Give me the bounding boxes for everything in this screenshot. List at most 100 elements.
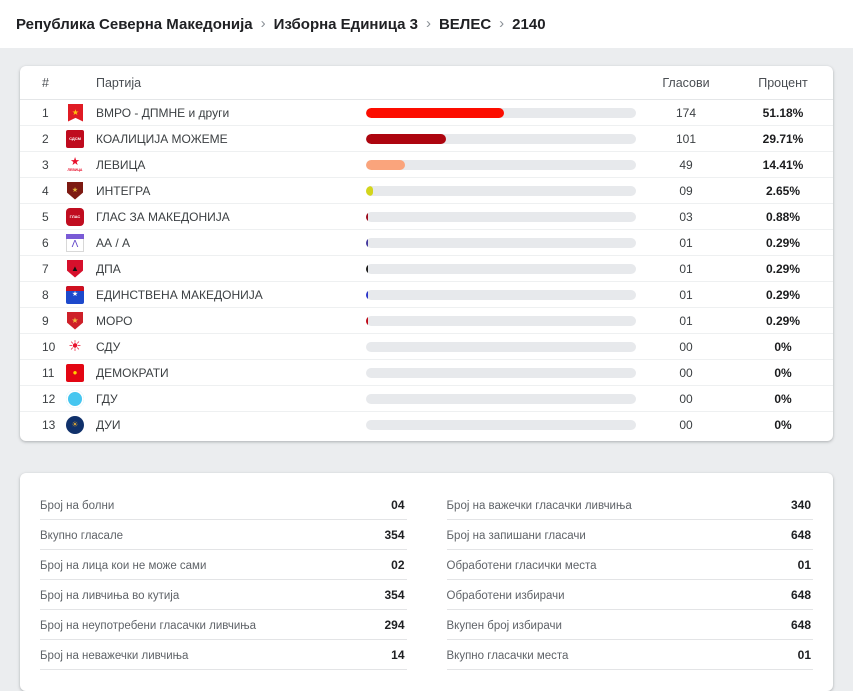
breadcrumb-item[interactable]: Република Северна Македонија [16,16,253,33]
vote-bar-track [366,133,636,144]
row-rank: 13 [42,417,56,432]
stat-label: Вкупен број избирачи [446,620,562,632]
stat-row: Број на болни 04 [40,498,407,520]
stat-value: 14 [391,648,405,662]
stat-label: Број на ливчиња во кутија [40,590,180,602]
vote-bar-track [366,211,636,222]
breadcrumb-item[interactable]: ВЕЛЕС [439,16,491,33]
table-row: 10 ☀ СДУ 00 0% [20,333,833,359]
stat-row: Вкупно гласале 354 [40,528,407,550]
stat-value: 648 [790,588,811,602]
percent-value: 0.29% [765,313,801,328]
breadcrumb-separator-icon: › [425,14,431,32]
table-row: 9 ★ МОРО 01 0.29% [20,307,833,333]
results-table-header: # Партија Гласови Процент [20,66,833,100]
row-bar-cell [366,107,636,118]
row-rank: 1 [42,105,49,120]
party-logo [66,389,84,408]
header-votes: Гласови [662,75,710,90]
stat-label: Обработени гласички места [446,560,597,572]
breadcrumb-item[interactable]: Изборна Единица 3 [274,16,418,33]
row-rank: 2 [42,131,49,146]
party-logo: ★ ЛЕВИЦА [66,156,84,174]
percent-value: 0% [774,417,792,432]
row-logo-cell: ★ [66,181,96,200]
percent-value: 0.29% [765,261,801,276]
table-row: 7 ▲ ДПА 01 0.29% [20,255,833,281]
stat-row: Обработени гласички места 01 [446,558,813,580]
party-logo-glyph-icon: ★ [71,107,80,117]
row-rank: 12 [42,391,56,406]
party-logo-stripe [66,285,84,291]
vote-bar-fill [366,211,369,222]
vote-bar-fill [366,133,447,144]
vote-bar-track [366,263,636,274]
party-name: СДУ [96,339,121,354]
party-logo-glyph-icon: Λ [71,238,79,250]
vote-bar-track [366,367,636,378]
row-bar-cell [366,211,636,222]
percent-value: 29.71% [762,131,804,146]
party-logo: ☀ [66,338,84,356]
votes-value: 03 [679,209,693,224]
breadcrumb: Република Северна Македонија › Изборна Еди… [16,14,546,33]
row-rank: 8 [42,287,49,302]
vote-bar-track [366,237,636,248]
percent-value: 0% [774,391,792,406]
row-bar-cell [366,237,636,248]
vote-bar-fill [366,237,368,248]
stat-row: Вкупен број избирачи 648 [446,618,813,640]
stat-row: Вкупно гласачки места 01 [446,648,813,670]
stat-value: 354 [384,528,405,542]
table-row: 6 Λ АА / А 01 0.29% [20,229,833,255]
votes-value: 00 [679,339,693,354]
party-logo-text: СДСМ [69,135,81,141]
party-name: ВМРО - ДПМНЕ и други [96,105,230,120]
row-rank: 3 [42,157,49,172]
votes-value: 01 [679,313,693,328]
row-rank: 5 [42,209,49,224]
row-bar-cell [366,315,636,326]
row-bar-cell [366,341,636,352]
party-name: ЕДИНСТВЕНА МАКЕДОНИЈА [96,287,263,302]
stat-label: Вкупно гласачки места [446,650,569,662]
stats-card: Број на болни 04 Вкупно гласале 354 Број… [20,473,833,691]
row-bar-cell [366,185,636,196]
stat-value: 354 [384,588,405,602]
row-logo-cell [66,389,96,408]
party-name: ГЛАС ЗА МАКЕДОНИЈА [96,209,230,224]
row-bar-cell [366,159,636,170]
party-name: АА / А [96,235,131,250]
votes-value: 01 [679,235,693,250]
breadcrumb-item[interactable]: 2140 [512,16,545,33]
party-name: ГДУ [96,391,118,406]
vote-bar-fill [366,289,368,300]
row-rank: 9 [42,313,49,328]
party-name: МОРО [96,313,133,328]
row-bar-cell [366,393,636,404]
header-party: Партија [96,75,142,90]
top-bar: Република Северна Македонија › Изборна Еди… [0,0,853,48]
stat-value: 294 [384,618,405,632]
party-logo: ● [66,363,84,382]
percent-value: 0% [774,365,792,380]
percent-value: 51.18% [762,105,804,120]
party-logo-text: ГЛАС [69,213,81,219]
votes-value: 01 [679,287,693,302]
row-logo-cell: ★ [66,103,96,122]
stat-value: 648 [790,618,811,632]
stat-row: Број на неупотребени гласачки ливчиња 29… [40,618,407,640]
percent-value: 0.29% [765,235,801,250]
vote-bar-track [366,393,636,404]
row-bar-cell [366,367,636,378]
party-logo: ГЛАС [66,207,84,226]
votes-value: 00 [679,365,693,380]
party-logo: ▲ [67,259,83,278]
percent-value: 14.41% [762,157,804,172]
row-logo-cell: ● [66,363,96,382]
table-row: 4 ★ ИНТЕГРА 09 2.65% [20,177,833,203]
breadcrumb-separator-icon: › [499,14,505,32]
vote-bar-track [366,185,636,196]
row-logo-cell: ★ ЛЕВИЦА [66,156,96,174]
vote-bar-track [366,341,636,352]
